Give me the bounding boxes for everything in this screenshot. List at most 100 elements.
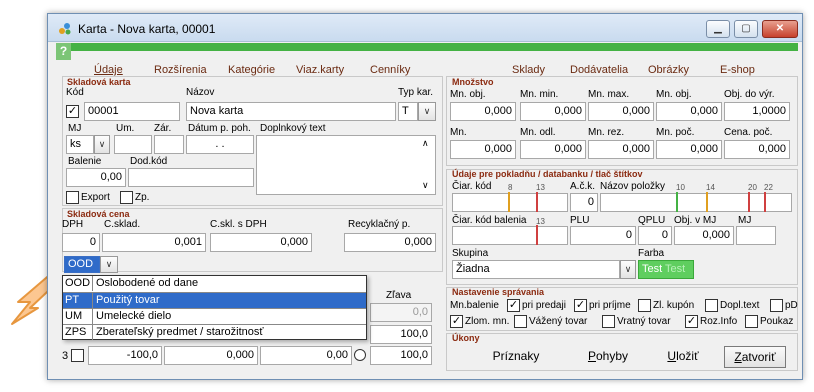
mn-min-input[interactable]: 0,000: [520, 102, 586, 121]
zar-label: Zár.: [154, 123, 172, 134]
zp-checkbox[interactable]: [120, 191, 133, 204]
row-index: 3: [62, 350, 69, 362]
maximize-button[interactable]: ▢: [734, 20, 758, 38]
cskl-dph-input[interactable]: 0,000: [210, 233, 312, 252]
doplnkovy-text-area[interactable]: [256, 135, 436, 195]
ciar-kod-label: Čiar. kód: [452, 181, 492, 192]
skupina-dropdown-button[interactable]: ∨: [620, 260, 636, 279]
nazov-polozky-label: Názov položky: [600, 181, 666, 192]
mn-rez-input[interactable]: 0,000: [588, 140, 654, 159]
option-description: Použitý tovar: [96, 294, 160, 306]
priznaky-button[interactable]: Príznaky: [466, 346, 566, 368]
row3-radio[interactable]: [354, 349, 366, 361]
qplu-label: QPLU: [638, 215, 666, 226]
typ-kar-select[interactable]: T: [398, 102, 418, 121]
scroll-down-icon[interactable]: ∨: [422, 180, 429, 191]
ciar-kod-balenia-input[interactable]: [452, 226, 568, 245]
zlava-input-1[interactable]: 0,0: [370, 303, 432, 322]
zlom-mn-checkbox[interactable]: ✓: [450, 315, 463, 328]
dropdown-option-pt[interactable]: PT Použitý tovar: [63, 292, 366, 308]
export-label: Export: [81, 192, 110, 203]
skupina-select[interactable]: Žiadna: [452, 260, 620, 279]
dropdown-option-ood[interactable]: OOD Oslobodené od dane: [63, 276, 366, 292]
dropdown-option-um[interactable]: UM Umelecké dielo: [63, 308, 366, 324]
dodkod-input[interactable]: [128, 168, 254, 187]
vazeny-tovar-checkbox[interactable]: [514, 315, 527, 328]
tab-rozsirenia[interactable]: Rozšírenia: [154, 64, 207, 76]
datum-input[interactable]: . .: [186, 135, 254, 154]
qplu-input[interactable]: 0: [638, 226, 672, 245]
kod-checkbox[interactable]: ✓: [66, 105, 79, 118]
export-checkbox[interactable]: [66, 191, 79, 204]
zl-kupon-checkbox[interactable]: [638, 299, 651, 312]
row3-value-3[interactable]: 0,00: [260, 346, 352, 365]
row3-value-4[interactable]: 100,0: [370, 346, 432, 365]
scroll-up-icon[interactable]: ∧: [422, 138, 429, 149]
tab-eshop[interactable]: E-shop: [720, 64, 755, 76]
farba-label: Farba: [638, 248, 665, 259]
row3-value-2[interactable]: 0,000: [164, 346, 258, 365]
roz-info-checkbox[interactable]: ✓: [685, 315, 698, 328]
dph-input[interactable]: 0: [62, 233, 100, 252]
tab-udaje[interactable]: Údaje: [94, 64, 123, 76]
obj-mj-input[interactable]: 0,000: [674, 226, 734, 245]
ack-input[interactable]: 0: [570, 193, 598, 212]
obj-do-vyr-input[interactable]: 1,0000: [724, 102, 790, 121]
dropdown-option-zps[interactable]: ZPS Zberateľský predmet / starožitnosť: [63, 324, 366, 340]
mn-obj-2-input[interactable]: 0,000: [656, 102, 722, 121]
ciar-mark-13: 13: [536, 183, 545, 192]
skladova-cena-title: Skladová cena: [67, 209, 130, 219]
nazov-mark-14: 14: [706, 183, 715, 192]
mj-select[interactable]: ks: [66, 135, 94, 154]
mn-obj-input[interactable]: 0,000: [450, 102, 516, 121]
tab-dodavatelia[interactable]: Dodávatelia: [570, 64, 628, 76]
tax-type-select[interactable]: OOD: [64, 256, 100, 273]
mn-input[interactable]: 0,000: [450, 140, 516, 159]
help-button[interactable]: ?: [56, 43, 71, 60]
cena-poc-input[interactable]: 0,000: [724, 140, 790, 159]
tab-cenniky[interactable]: Cenníky: [370, 64, 410, 76]
mj-pos-input[interactable]: [736, 226, 776, 245]
csklad-input[interactable]: 0,001: [102, 233, 206, 252]
window-title: Karta - Nova karta, 00001: [78, 22, 216, 36]
cskl-dph-label: C.skl. s DPH: [210, 219, 267, 230]
row3-checkbox[interactable]: [71, 349, 84, 362]
mn-max-input[interactable]: 0,000: [588, 102, 654, 121]
option-code: ZPS: [65, 325, 93, 340]
tab-obrazky[interactable]: Obrázky: [648, 64, 689, 76]
kod-input[interactable]: 00001: [84, 102, 180, 121]
dopl-text-checkbox[interactable]: [705, 299, 718, 312]
pd-checkbox[interactable]: [770, 299, 783, 312]
ciar-mark-line-13: [536, 192, 538, 212]
zatvorit-button[interactable]: Zatvoriť: [724, 346, 786, 368]
zlava-input-2[interactable]: 100,0: [370, 325, 432, 344]
um-input[interactable]: [114, 135, 152, 154]
pri-predaji-checkbox[interactable]: ✓: [507, 299, 520, 312]
recyk-label: Recyklačný p.: [348, 219, 411, 230]
plu-input[interactable]: 0: [570, 226, 636, 245]
row3-value-1[interactable]: -100,0: [88, 346, 162, 365]
pri-prijme-checkbox[interactable]: ✓: [574, 299, 587, 312]
nazov-input[interactable]: Nova karta: [186, 102, 396, 121]
vratny-tovar-checkbox[interactable]: [602, 315, 615, 328]
roz-info-label: Roz.Info: [700, 316, 738, 327]
typ-kar-dropdown-button[interactable]: ∨: [418, 102, 436, 121]
ciar-kod-input[interactable]: [452, 193, 568, 212]
pohyby-button[interactable]: Pohyby: [578, 346, 638, 368]
balenie-input[interactable]: 0,00: [66, 168, 126, 187]
tab-kategorie[interactable]: Kategórie: [228, 64, 275, 76]
zar-input[interactable]: [154, 135, 184, 154]
farba-sample-text: Test: [642, 263, 663, 275]
farba-sample[interactable]: Test Test: [638, 260, 694, 279]
tax-type-dropdown-button[interactable]: ∨: [100, 256, 118, 273]
tab-viaz-karty[interactable]: Viaz.karty: [296, 64, 344, 76]
mn-odl-input[interactable]: 0,000: [520, 140, 586, 159]
recyk-input[interactable]: 0,000: [344, 233, 436, 252]
ulozit-button[interactable]: Uložiť: [656, 346, 710, 368]
mj-dropdown-button[interactable]: ∨: [94, 135, 110, 154]
minimize-button[interactable]: ▁: [706, 20, 730, 38]
close-button[interactable]: ✕: [762, 20, 798, 38]
mn-poc-input[interactable]: 0,000: [656, 140, 722, 159]
tab-sklady[interactable]: Sklady: [512, 64, 545, 76]
poukaz-checkbox[interactable]: [745, 315, 758, 328]
